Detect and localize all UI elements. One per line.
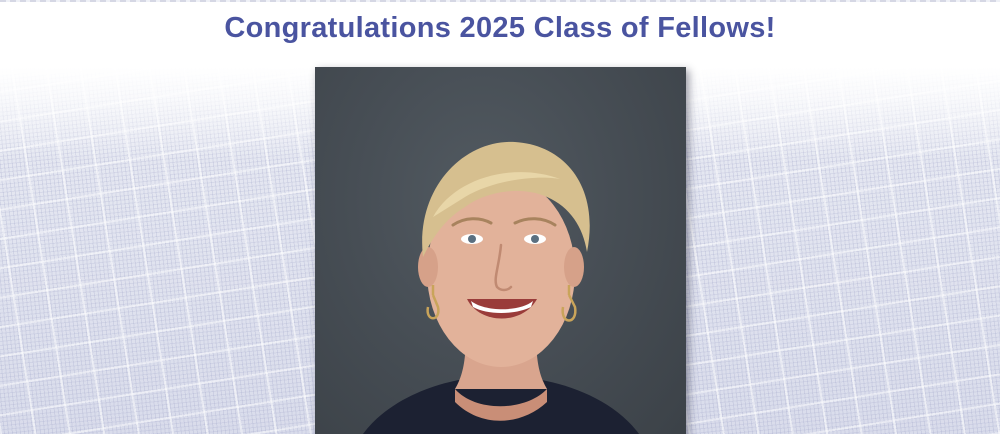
page-title: Congratulations 2025 Class of Fellows! bbox=[224, 12, 776, 44]
portrait-illustration bbox=[363, 141, 639, 434]
top-dotted-rule bbox=[0, 0, 1000, 2]
portrait-photo bbox=[315, 67, 686, 434]
announcement-banner: Congratulations 2025 Class of Fellows! bbox=[0, 0, 1000, 434]
